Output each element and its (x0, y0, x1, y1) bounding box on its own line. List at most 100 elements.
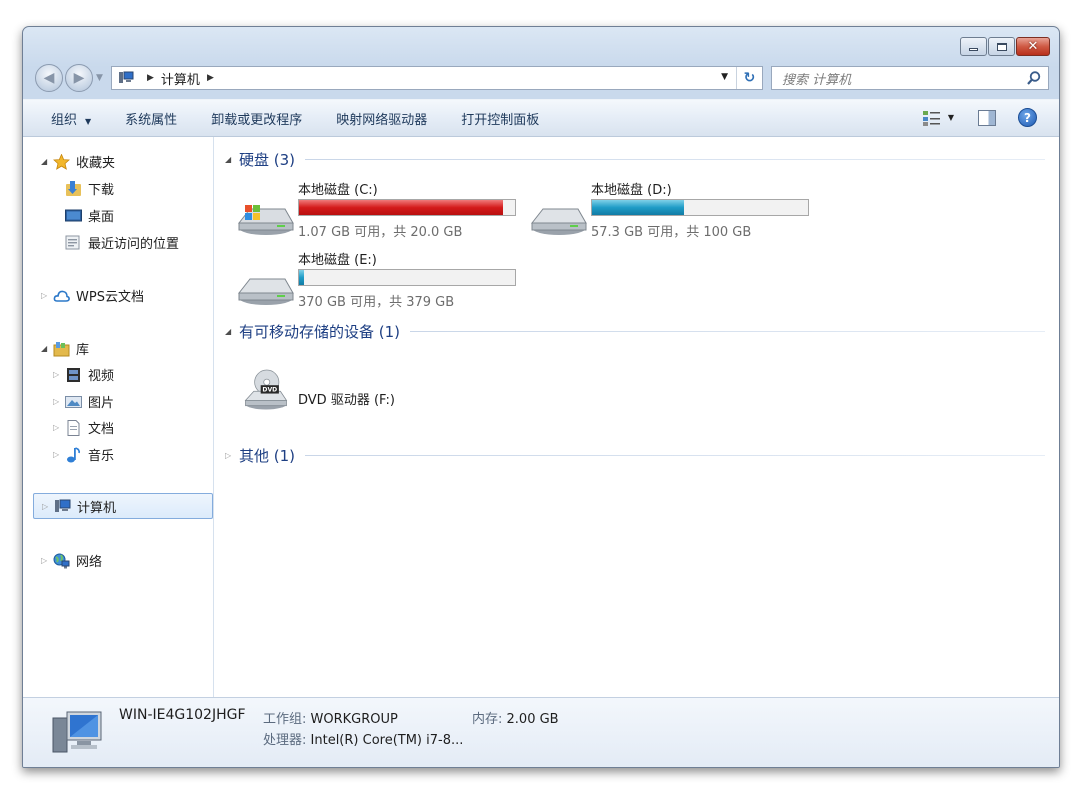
map-network-drive-button[interactable]: 映射网络驱动器 (336, 109, 427, 128)
toolbar-right-group: ▼ ? (922, 108, 1037, 127)
address-history-dropdown-icon[interactable]: ▼ (721, 72, 728, 82)
nav-item-music[interactable]: ▷ 音乐 (53, 445, 114, 464)
drive-space-info: 370 GB 可用，共 379 GB (298, 295, 455, 310)
group-header-hard-disks[interactable]: ◢ 硬盘 (3) (225, 149, 1045, 170)
nav-item-network[interactable]: ▷ 网络 (41, 551, 102, 570)
help-icon[interactable]: ? (1018, 108, 1037, 127)
computer-name: WIN-IE4G102JHGF (119, 707, 246, 723)
address-bar[interactable]: ▶ 计算机 ▶ ▼ ↻ (111, 66, 763, 90)
drive-usage-fill (592, 200, 685, 215)
organize-menu[interactable]: 组织 ▼ (51, 109, 91, 128)
navigation-pane[interactable]: ◢ 收藏夹 下载 桌面 最近访问的位置 ▷ WPS云文档 ◢ 库 ▷ 视频 ▷ … (23, 137, 214, 697)
hard-drive-icon (530, 208, 587, 235)
computer-icon (54, 498, 71, 514)
expanded-triangle-icon: ◢ (41, 157, 48, 166)
nav-item-recent-places[interactable]: 最近访问的位置 (65, 233, 179, 252)
drive-d[interactable]: 本地磁盘 (D:) 57.3 GB 可用，共 100 GB (530, 179, 820, 241)
view-options-icon[interactable] (922, 109, 942, 127)
drive-dvd-f[interactable]: DVD DVD 驱动器 (F:) (237, 367, 457, 429)
collapsed-triangle-icon: ▷ (53, 423, 60, 432)
nav-label: 下载 (88, 183, 115, 198)
recent-pages-dropdown-icon[interactable]: ▼ (96, 73, 103, 83)
group-title: 其他 (1) (239, 447, 296, 465)
content-area: ◢ 收藏夹 下载 桌面 最近访问的位置 ▷ WPS云文档 ◢ 库 ▷ 视频 ▷ … (23, 137, 1059, 697)
picture-library-icon (65, 394, 82, 410)
nav-label: 文档 (88, 422, 115, 437)
drive-usage-fill (299, 270, 305, 285)
hard-drive-icon (237, 278, 294, 305)
nav-label: 收藏夹 (76, 156, 116, 171)
collapsed-triangle-icon: ▷ (42, 501, 49, 511)
details-pane: WIN-IE4G102JHGF 工作组: WORKGROUP 内存: 2.00 … (23, 697, 1059, 767)
back-button[interactable]: ◀ (35, 64, 63, 92)
breadcrumb-chevron-icon[interactable]: ▶ (207, 73, 214, 83)
refresh-icon: ↻ (743, 70, 756, 86)
collapsed-triangle-icon: ▷ (53, 370, 60, 379)
group-divider (410, 331, 1045, 332)
refresh-button[interactable]: ↻ (736, 67, 762, 89)
cloud-icon (53, 288, 70, 304)
breadcrumb-chevron-icon[interactable]: ▶ (147, 73, 154, 83)
group-divider (305, 455, 1045, 456)
group-title: 有可移动存储的设备 (1) (239, 323, 401, 341)
maximize-button[interactable] (988, 37, 1015, 56)
search-placeholder: 搜索 计算机 (782, 72, 852, 88)
view-dropdown-icon[interactable]: ▼ (948, 113, 954, 122)
nav-item-documents[interactable]: ▷ 文档 (53, 418, 114, 437)
uninstall-program-button[interactable]: 卸载或更改程序 (211, 109, 302, 128)
main-pane: ◢ 硬盘 (3) 本地磁盘 (C:) 1.07 GB 可用，共 20.0 GB … (215, 137, 1059, 697)
memory-row: 内存: 2.00 GB (472, 712, 559, 727)
breadcrumb-computer[interactable]: 计算机 (161, 69, 200, 88)
dvd-logo-text: DVD (262, 387, 277, 394)
library-icon (53, 341, 70, 357)
nav-item-desktop[interactable]: 桌面 (65, 206, 114, 225)
forward-arrow-icon: ▶ (73, 70, 85, 86)
caption-buttons: ✕ (959, 37, 1050, 56)
drive-e[interactable]: 本地磁盘 (E:) 370 GB 可用，共 379 GB (237, 249, 527, 311)
minimize-button[interactable] (960, 37, 987, 56)
collapsed-triangle-icon: ▷ (53, 450, 60, 459)
drive-name: 本地磁盘 (D:) (591, 183, 672, 198)
computer-icon (118, 71, 134, 85)
expanded-triangle-icon: ◢ (225, 327, 232, 336)
drive-c[interactable]: 本地磁盘 (C:) 1.07 GB 可用，共 20.0 GB (237, 179, 527, 241)
drive-usage-bar (298, 199, 516, 216)
nav-item-downloads[interactable]: 下载 (65, 179, 114, 198)
nav-item-computer[interactable]: ▷ 计算机 (33, 493, 213, 519)
group-title: 硬盘 (3) (239, 151, 296, 169)
music-note-icon (65, 446, 82, 463)
group-header-other[interactable]: ▷ 其他 (1) (225, 445, 1045, 466)
nav-label: 桌面 (88, 210, 115, 225)
group-header-removable[interactable]: ◢ 有可移动存储的设备 (1) (225, 321, 1045, 342)
drive-usage-bar (298, 269, 516, 286)
nav-item-libraries[interactable]: ◢ 库 (41, 339, 89, 358)
group-divider (305, 159, 1045, 160)
forward-button[interactable]: ▶ (65, 64, 93, 92)
system-properties-button[interactable]: 系统属性 (125, 109, 177, 128)
close-button[interactable]: ✕ (1016, 37, 1050, 56)
nav-item-wps-cloud[interactable]: ▷ WPS云文档 (41, 286, 144, 305)
search-icon[interactable] (1026, 70, 1042, 86)
nav-label: 图片 (88, 396, 115, 411)
preview-pane-icon[interactable] (978, 109, 996, 126)
drive-name: DVD 驱动器 (F:) (298, 393, 395, 408)
nav-item-videos[interactable]: ▷ 视频 (53, 365, 114, 384)
back-arrow-icon: ◀ (43, 70, 55, 86)
nav-item-pictures[interactable]: ▷ 图片 (53, 392, 114, 411)
collapsed-triangle-icon: ▷ (225, 451, 232, 460)
desktop-icon (65, 208, 82, 224)
collapsed-triangle-icon: ▷ (41, 556, 48, 565)
command-bar: 组织 ▼ 系统属性 卸载或更改程序 映射网络驱动器 打开控制面板 ▼ ? (23, 99, 1059, 137)
nav-label: WPS云文档 (76, 290, 144, 305)
star-icon (53, 152, 70, 170)
drive-name: 本地磁盘 (E:) (298, 253, 377, 268)
chevron-down-icon: ▼ (85, 116, 92, 126)
open-control-panel-button[interactable]: 打开控制面板 (461, 109, 539, 128)
nav-label: 计算机 (77, 500, 117, 516)
drive-space-info: 57.3 GB 可用，共 100 GB (591, 225, 752, 240)
address-row: ◀ ▶ ▼ ▶ 计算机 ▶ ▼ ↻ 搜索 计算机 (23, 63, 1059, 93)
nav-item-favorites[interactable]: ◢ 收藏夹 (41, 152, 115, 171)
search-input[interactable]: 搜索 计算机 (771, 66, 1049, 90)
workgroup-row: 工作组: WORKGROUP (263, 712, 398, 727)
close-icon: ✕ (1027, 39, 1039, 54)
